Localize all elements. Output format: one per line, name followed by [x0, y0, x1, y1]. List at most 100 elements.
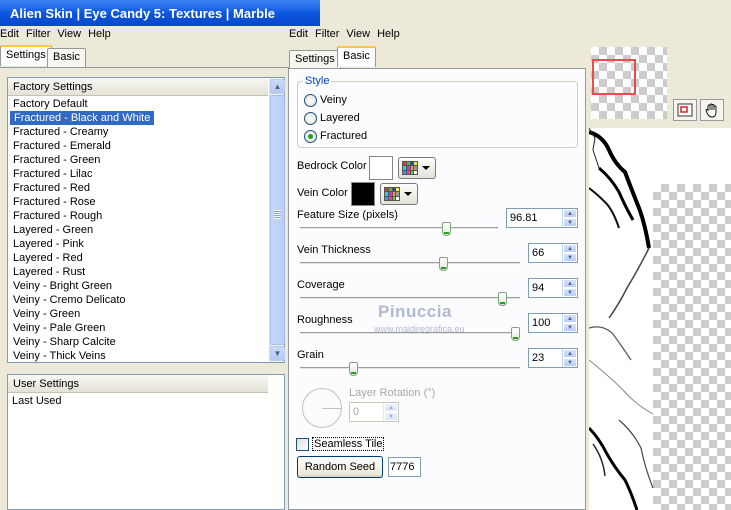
factory-settings-header: Factory Settings	[8, 78, 268, 96]
vein-thickness-slider[interactable]	[300, 257, 520, 275]
scroll-up-button[interactable]: ▲	[270, 79, 285, 94]
user-settings-box: User Settings Last Used	[7, 374, 285, 510]
spin-down-icon[interactable]: ▼	[563, 288, 577, 297]
scroll-thumb[interactable]	[270, 95, 285, 345]
vein-thickness-spinbox[interactable]: 66 ▲ ▼	[528, 243, 578, 263]
list-item[interactable]: Layered - Green	[9, 223, 267, 237]
list-item[interactable]: Fractured - Creamy	[9, 125, 267, 139]
random-seed-button[interactable]: Random Seed	[297, 456, 383, 478]
menu-help-right[interactable]: Help	[377, 28, 407, 40]
watermark-url: www.maidiregrafica.eu	[374, 324, 465, 334]
navigator-viewport[interactable]	[592, 59, 636, 95]
grain-spinbox[interactable]: 23 ▲ ▼	[528, 348, 578, 368]
roughness-spinbox[interactable]: 100 ▲ ▼	[528, 313, 578, 333]
list-item[interactable]: Fractured - Black and White	[9, 111, 267, 125]
menu-filter[interactable]: Filter	[26, 28, 57, 40]
spin-up-icon[interactable]: ▲	[563, 314, 577, 323]
list-item[interactable]: Veiny - Bright Green	[9, 279, 267, 293]
spin-down-icon[interactable]: ▼	[563, 253, 577, 262]
list-item[interactable]: Veiny - Sharp Calcite	[9, 335, 267, 349]
title-bar: Alien Skin | Eye Candy 5: Textures | Mar…	[0, 0, 320, 26]
bedrock-color-swatch[interactable]	[369, 156, 393, 180]
factory-scrollbar[interactable]: ▲ ▼	[269, 78, 285, 362]
menu-bar-left: Edit Filter View Help	[0, 25, 285, 43]
list-item[interactable]: Veiny - Thick Veins	[9, 349, 267, 363]
spin-up-icon[interactable]: ▲	[563, 349, 577, 358]
vein-color-picker-button[interactable]	[380, 183, 418, 205]
menu-bar-right: Edit Filter View Help	[289, 25, 589, 43]
scroll-down-button[interactable]: ▼	[270, 346, 285, 361]
spin-up-icon[interactable]: ▲	[563, 209, 577, 218]
list-item[interactable]: Layered - Red	[9, 251, 267, 265]
preview-canvas[interactable]	[589, 128, 731, 510]
bedrock-color-picker-button[interactable]	[398, 157, 436, 179]
vein-color-swatch[interactable]	[351, 182, 375, 206]
watermark-name: Pinuccia	[378, 302, 452, 321]
scroll-grip-icon	[274, 210, 281, 219]
spin-up-icon[interactable]: ▲	[563, 244, 577, 253]
spin-down-icon[interactable]: ▼	[563, 218, 577, 227]
menu-view[interactable]: View	[57, 28, 88, 40]
vein-color-label: Vein Color	[297, 187, 348, 199]
random-seed-field[interactable]: 7776	[388, 457, 421, 477]
spin-up-icon[interactable]: ▲	[563, 279, 577, 288]
menu-edit-right[interactable]: Edit	[289, 28, 315, 40]
menu-edit[interactable]: Edit	[0, 28, 26, 40]
seamless-tile-checkbox[interactable]: Seamless Tile	[296, 437, 385, 451]
slider-thumb[interactable]	[498, 292, 507, 306]
list-item[interactable]: Veiny - Cremo Delicato	[9, 293, 267, 307]
list-item[interactable]: Veiny - Green	[9, 307, 267, 321]
grain-slider[interactable]	[300, 362, 520, 380]
coverage-spinbox[interactable]: 94 ▲ ▼	[528, 278, 578, 298]
list-item[interactable]: Veiny - Pale Green	[9, 321, 267, 335]
list-item[interactable]: Fractured - Rose	[9, 195, 267, 209]
feature-size-label: Feature Size (pixels)	[297, 209, 398, 221]
bedrock-color-label: Bedrock Color	[297, 160, 367, 172]
list-item[interactable]: Fractured - Lilac	[9, 167, 267, 181]
list-item[interactable]: Fractured - Emerald	[9, 139, 267, 153]
radio-fractured[interactable]: Fractured	[304, 129, 424, 143]
menu-filter-right[interactable]: Filter	[315, 28, 346, 40]
tab-basic[interactable]: Basic	[47, 48, 86, 67]
rotation-dial	[302, 388, 342, 428]
grain-label: Grain	[297, 349, 324, 361]
list-item[interactable]: Layered - Rust	[9, 265, 267, 279]
list-item[interactable]: Fractured - Rough	[9, 209, 267, 223]
tab-basic-right[interactable]: Basic	[337, 46, 376, 67]
layer-rotation-label: Layer Rotation (°)	[349, 387, 436, 399]
checkbox-icon	[296, 437, 309, 451]
list-item[interactable]: Factory Default	[9, 97, 267, 111]
dropdown-arrow-icon	[404, 192, 412, 196]
menu-help[interactable]: Help	[88, 28, 118, 40]
palette-icon	[384, 187, 400, 201]
roughness-label: Roughness	[297, 314, 353, 326]
spin-down-icon[interactable]: ▼	[563, 358, 577, 367]
radio-veiny[interactable]: Veiny	[304, 93, 424, 107]
navigator-icon[interactable]	[673, 99, 697, 121]
spin-up-icon: ▲	[384, 403, 398, 412]
list-item[interactable]: Last Used	[8, 394, 284, 408]
list-item[interactable]: Layered - Pink	[9, 237, 267, 251]
navigator-thumbnail[interactable]	[591, 47, 667, 119]
radio-layered[interactable]: Layered	[304, 111, 424, 125]
slider-thumb[interactable]	[439, 257, 448, 271]
slider-thumb[interactable]	[511, 327, 520, 341]
style-legend: Style	[303, 75, 332, 87]
radio-icon	[304, 111, 317, 125]
spin-down-icon[interactable]: ▼	[563, 323, 577, 332]
title-bar-right	[320, 0, 731, 26]
coverage-label: Coverage	[297, 279, 345, 291]
hand-icon[interactable]	[700, 99, 724, 121]
list-item[interactable]: Fractured - Red	[9, 181, 267, 195]
tab-settings-right[interactable]: Settings	[289, 50, 341, 69]
feature-size-spinbox[interactable]: 96.81 ▲ ▼	[506, 208, 578, 228]
menu-view-right[interactable]: View	[346, 28, 377, 40]
feature-size-slider[interactable]	[300, 222, 498, 240]
slider-thumb[interactable]	[442, 222, 451, 236]
marble-preview-image	[589, 128, 654, 510]
list-item[interactable]: Fractured - Green	[9, 153, 267, 167]
radio-icon	[304, 93, 317, 107]
user-settings-header: User Settings	[8, 375, 268, 393]
slider-thumb[interactable]	[349, 362, 358, 376]
tab-settings[interactable]: Settings	[0, 45, 52, 66]
